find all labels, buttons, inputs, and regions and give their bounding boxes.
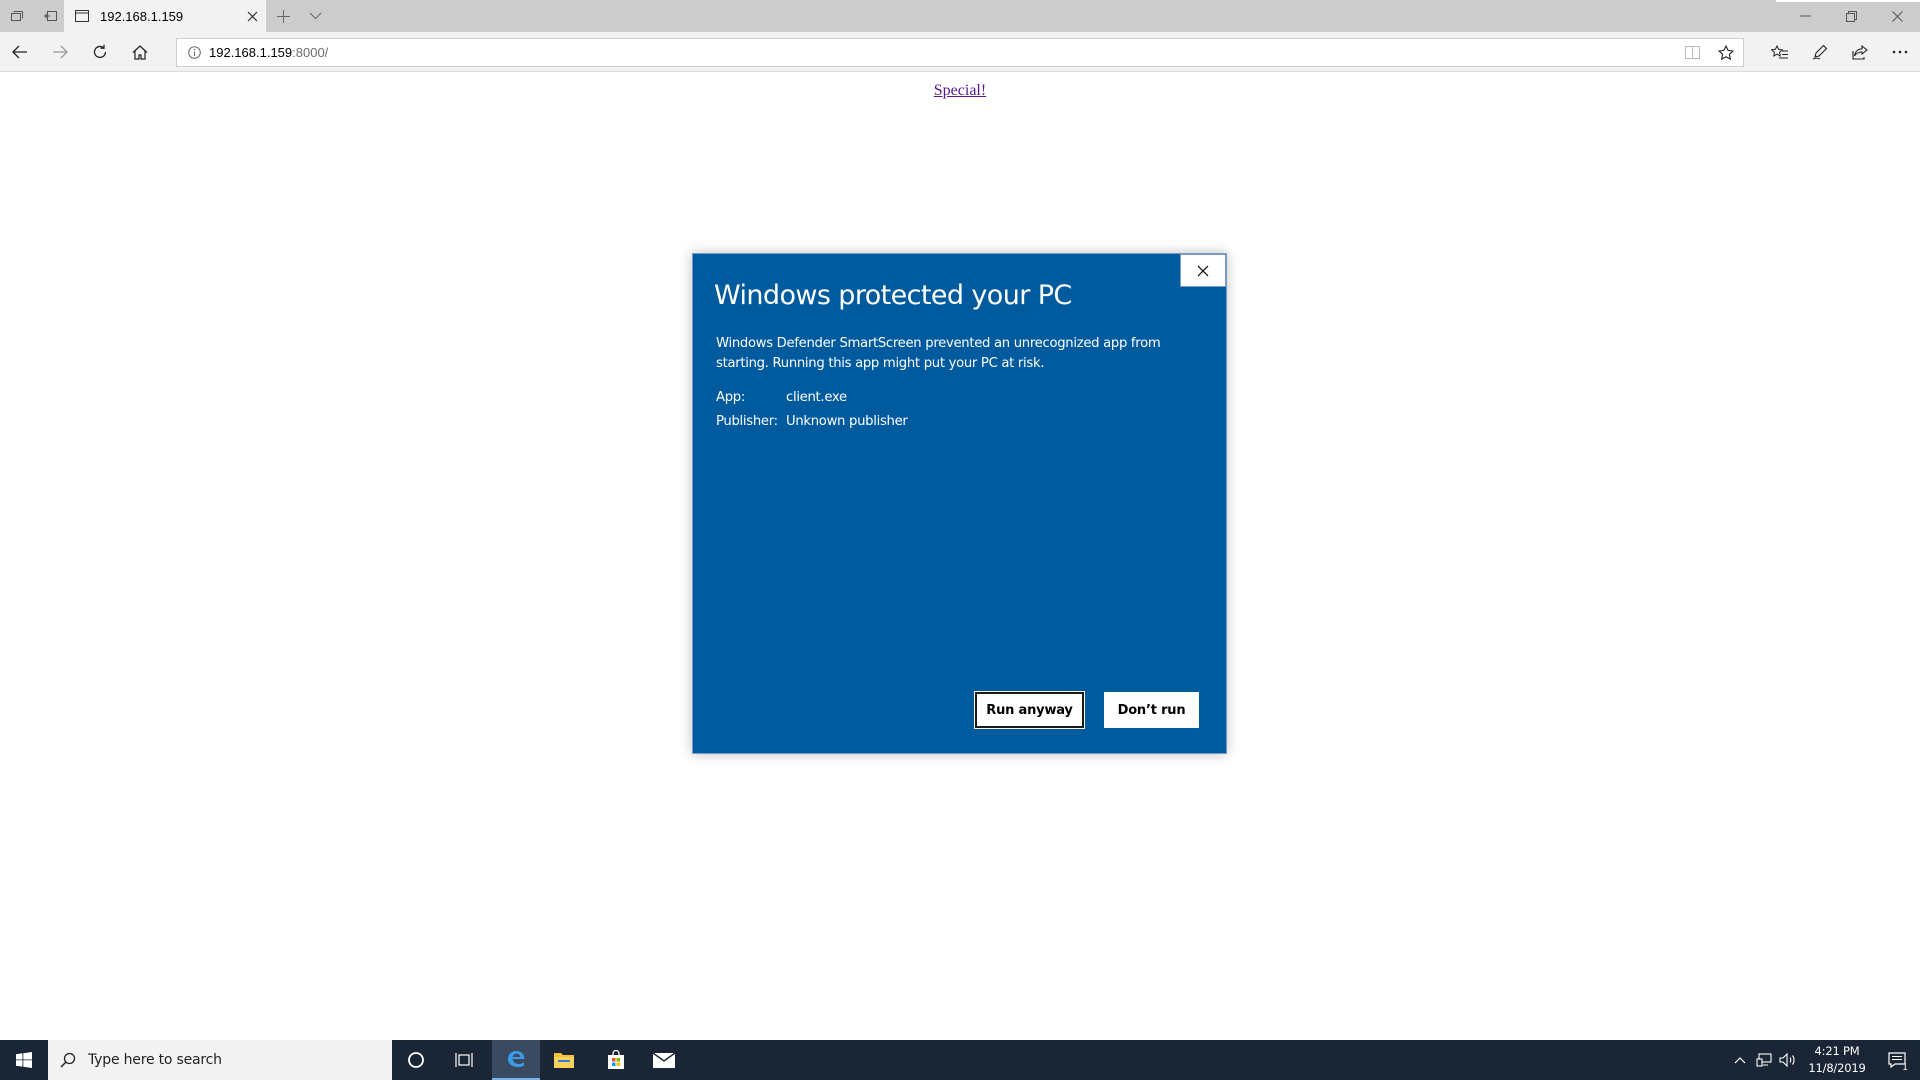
browser-toolbar: 192.168.1.159:8000/ xyxy=(0,32,1920,72)
dialog-message: Windows Defender SmartScreen prevented a… xyxy=(716,336,1161,371)
reading-view-icon[interactable] xyxy=(1675,39,1709,66)
volume-icon[interactable] xyxy=(1776,1040,1800,1080)
toolbar-right-actions xyxy=(1760,32,1920,72)
system-tray: 4:21 PM 11/8/2019 1 xyxy=(1728,1040,1920,1080)
url-port-path: :8000/ xyxy=(292,45,329,60)
clock-time: 4:21 PM xyxy=(1814,1044,1860,1058)
address-bar[interactable]: 192.168.1.159:8000/ xyxy=(176,38,1744,67)
share-icon[interactable] xyxy=(1840,32,1880,72)
browser-tab-active[interactable]: 192.168.1.159 xyxy=(64,0,266,32)
file-explorer-icon[interactable] xyxy=(540,1040,588,1080)
app-label: App: xyxy=(716,389,746,405)
address-bar-actions xyxy=(1675,39,1743,66)
page-favicon-icon xyxy=(74,8,90,24)
smartscreen-dialog: Windows protected your PC Windows Defend… xyxy=(692,253,1227,754)
cortana-icon[interactable] xyxy=(392,1040,440,1080)
chevron-down-icon[interactable] xyxy=(300,0,330,32)
favorite-star-icon[interactable] xyxy=(1709,39,1743,66)
tab-strip: 192.168.1.159 xyxy=(0,0,1920,32)
search-placeholder: Type here to search xyxy=(88,1052,222,1068)
site-info-icon[interactable] xyxy=(181,39,207,66)
set-tabs-aside-icon[interactable] xyxy=(34,0,68,32)
back-icon[interactable] xyxy=(0,32,40,72)
app-row: App: client.exe xyxy=(716,385,908,409)
home-icon[interactable] xyxy=(120,32,160,72)
dialog-close-icon[interactable] xyxy=(1180,254,1226,287)
url-host: 192.168.1.159 xyxy=(209,45,293,60)
new-tab-icon[interactable] xyxy=(268,0,298,32)
tab-strip-left-controls xyxy=(0,0,68,32)
show-hidden-icons-chevron-up-icon[interactable] xyxy=(1728,1040,1752,1080)
publisher-label: Publisher: xyxy=(716,413,778,429)
network-icon[interactable] xyxy=(1752,1040,1776,1080)
store-icon[interactable] xyxy=(592,1040,640,1080)
publisher-row: Publisher: Unknown publisher xyxy=(716,409,908,433)
favorites-hub-icon[interactable] xyxy=(1760,32,1800,72)
edge-icon[interactable] xyxy=(492,1040,540,1080)
task-view-icon[interactable] xyxy=(440,1040,488,1080)
tab-title: 192.168.1.159 xyxy=(100,8,184,24)
close-window-icon[interactable] xyxy=(1874,0,1920,32)
address-url: 192.168.1.159:8000/ xyxy=(209,45,328,60)
publisher-value: Unknown publisher xyxy=(786,413,908,429)
app-info: App: client.exe Publisher: Unknown publi… xyxy=(716,385,908,433)
taskbar: Type here to search 4:21 PM 11/8/2019 1 xyxy=(0,1040,1920,1080)
action-center-icon[interactable]: 1 xyxy=(1874,1040,1920,1080)
mail-icon[interactable] xyxy=(640,1040,688,1080)
tabs-aside-icon[interactable] xyxy=(0,0,34,32)
taskbar-clock[interactable]: 4:21 PM 11/8/2019 xyxy=(1800,1043,1874,1077)
forward-icon[interactable] xyxy=(40,32,80,72)
run-anyway-button[interactable]: Run anyway xyxy=(974,691,1085,729)
window-controls xyxy=(1782,0,1920,32)
clock-date: 11/8/2019 xyxy=(1808,1061,1866,1075)
web-note-pen-icon[interactable] xyxy=(1800,32,1840,72)
page-content: Special! xyxy=(0,80,1920,100)
dont-run-button[interactable]: Don’t run xyxy=(1104,692,1199,728)
app-value: client.exe xyxy=(786,389,847,405)
minimize-icon[interactable] xyxy=(1782,0,1828,32)
dialog-title: Windows protected your PC xyxy=(714,280,1072,311)
restore-icon[interactable] xyxy=(1828,0,1874,32)
close-tab-icon[interactable] xyxy=(238,0,266,32)
taskbar-search-box[interactable]: Type here to search xyxy=(48,1040,392,1080)
refresh-icon[interactable] xyxy=(80,32,120,72)
windows-start-icon[interactable] xyxy=(0,1040,48,1080)
more-settings-icon[interactable] xyxy=(1880,32,1920,72)
special-link[interactable]: Special! xyxy=(934,82,986,99)
notification-count-badge: 1 xyxy=(1902,1063,1908,1073)
search-icon xyxy=(48,1040,88,1080)
